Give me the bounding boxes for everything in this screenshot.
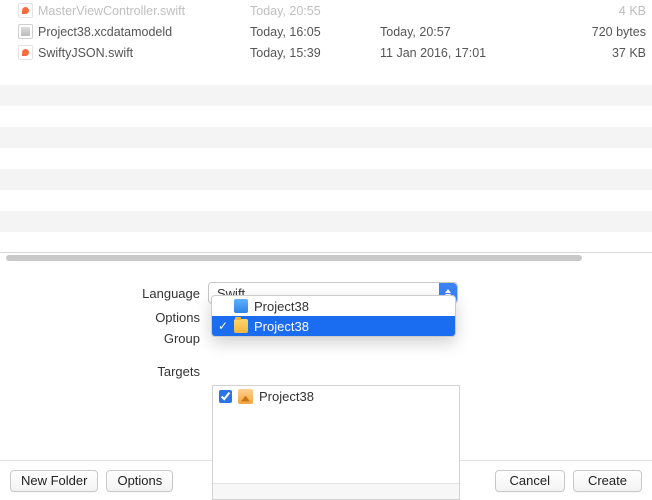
file-name: Project38.xcdatamodeld	[38, 25, 172, 39]
targets-box: Project38	[212, 385, 460, 500]
file-size: 720 bytes	[550, 25, 652, 39]
swift-file-icon	[18, 45, 33, 60]
options-label: Options	[0, 310, 208, 325]
file-row[interactable]: SwiftyJSON.swift Today, 15:39 11 Jan 201…	[0, 42, 652, 63]
file-row[interactable]: Project38.xcdatamodeld Today, 16:05 Toda…	[0, 21, 652, 42]
targets-label: Targets	[0, 361, 208, 379]
file-date-modified: Today, 16:05	[250, 25, 380, 39]
group-popup-item[interactable]: Project38	[212, 296, 455, 316]
target-checkbox[interactable]	[219, 390, 232, 403]
file-date-modified: Today, 20:55	[250, 4, 380, 18]
file-date-created: 11 Jan 2016, 17:01	[380, 46, 550, 60]
file-list: MasterViewController.swift Today, 20:55 …	[0, 0, 652, 252]
file-name: SwiftyJSON.swift	[38, 46, 133, 60]
file-size: 37 KB	[550, 46, 652, 60]
group-popup-item-label: Project38	[254, 299, 309, 314]
create-button[interactable]: Create	[573, 470, 642, 492]
options-button[interactable]: Options	[106, 470, 173, 492]
group-label: Group	[0, 331, 208, 346]
folder-icon	[234, 319, 248, 333]
divider	[0, 252, 652, 253]
target-row[interactable]: Project38	[213, 386, 459, 406]
file-date-modified: Today, 15:39	[250, 46, 380, 60]
new-folder-button[interactable]: New Folder	[10, 470, 98, 492]
check-icon: ✓	[218, 319, 228, 333]
language-label: Language	[0, 286, 208, 301]
group-popup-item[interactable]: ✓ Project38	[212, 316, 455, 336]
project-icon	[234, 299, 248, 313]
swift-file-icon	[18, 3, 33, 18]
app-target-icon	[238, 389, 253, 404]
horizontal-scrollbar[interactable]	[6, 255, 582, 261]
file-name: MasterViewController.swift	[38, 4, 185, 18]
file-row[interactable]: MasterViewController.swift Today, 20:55 …	[0, 0, 652, 21]
file-date-created: Today, 20:57	[380, 25, 550, 39]
file-list-stripes	[0, 64, 652, 252]
targets-footer	[213, 483, 459, 499]
cancel-button[interactable]: Cancel	[495, 470, 565, 492]
form-area: Language Swift Options Group Project38 ✓…	[0, 268, 652, 460]
datamodel-file-icon	[18, 24, 33, 39]
file-size: 4 KB	[550, 4, 652, 18]
group-popup: Project38 ✓ Project38	[211, 295, 456, 337]
target-label: Project38	[259, 389, 314, 404]
group-popup-item-label: Project38	[254, 319, 309, 334]
